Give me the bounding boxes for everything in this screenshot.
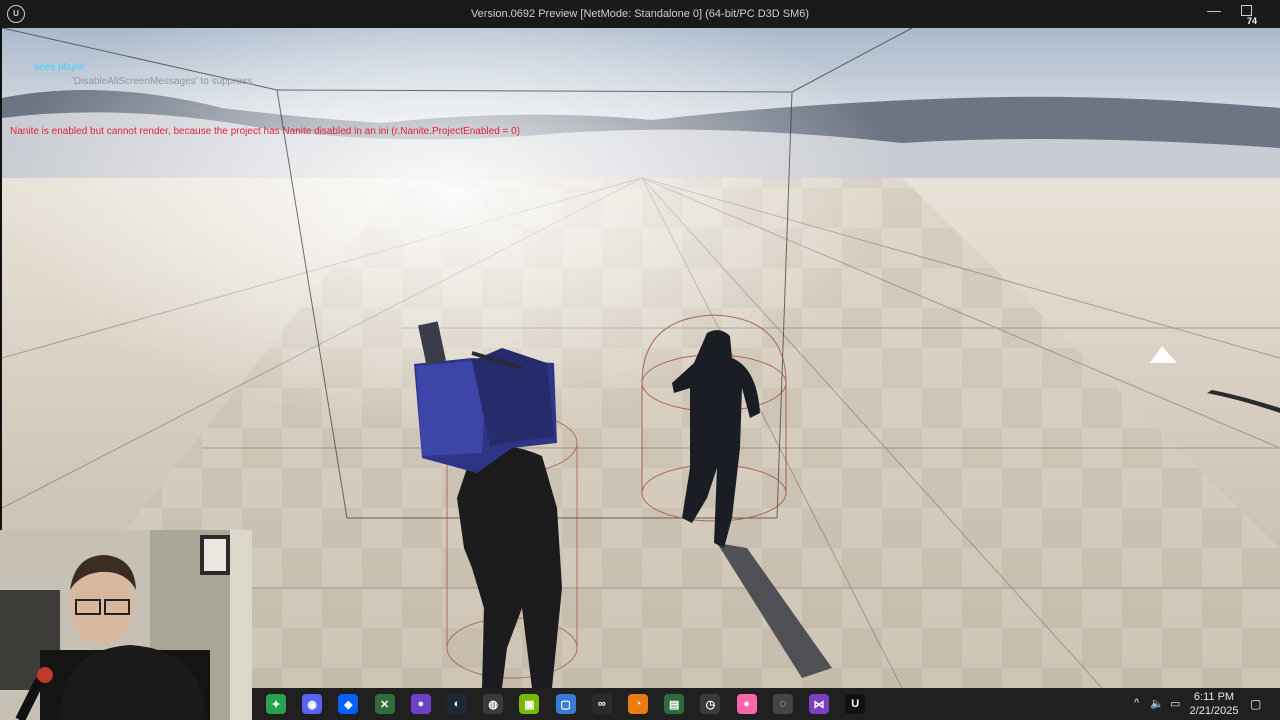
terminal-icon[interactable]: ▤ [664,694,685,714]
recorder-icon[interactable]: ◌ [772,694,793,714]
osu-icon[interactable]: ● [736,694,757,714]
nanite-warning: Nanite is enabled but cannot render, bec… [10,126,521,137]
clock-time[interactable]: 6:11 PM [1192,691,1236,703]
nvidia-icon[interactable]: ▣ [519,694,540,714]
window-titlebar: U Version.0692 Preview [NetMode: Standal… [0,0,1280,28]
notifications-icon[interactable]: ▢ [1250,697,1261,711]
visual-studio-icon[interactable]: ⋈ [809,694,829,714]
minimize-button[interactable]: — [1204,2,1224,22]
suppress-hint: 'DisableAllScreenMessages' to suppress [72,76,253,87]
debug-message: sees player [34,62,86,73]
clock-icon[interactable]: ◷ [700,694,721,714]
dropbox-icon[interactable]: ◆ [338,694,359,714]
network-icon[interactable]: ▭ [1170,697,1180,710]
fps-counter: 74 [1246,16,1257,26]
steam-icon[interactable]: ◐ [447,694,467,714]
meta-icon[interactable]: ∞ [591,694,612,714]
discord-icon[interactable]: ◉ [302,694,323,714]
github-icon[interactable]: ● [410,694,431,714]
clock-date[interactable]: 2/21/2025 [1186,705,1242,717]
windows-taskbar: ✦ ◉ ◆ ✕ ● ◐ ◍ ▣ ▢ ∞ ◔ ▤ ◷ ● ◌ ⋈ U ^ 🔈 ▭ 6:11 PM 2/21/202… [252,688,1280,720]
spotify-like-icon[interactable]: ✦ [266,694,286,714]
webcam-overlay [0,530,252,720]
webcam-feed [0,530,252,720]
window-title: Version.0692 Preview [NetMode: Standalon… [470,8,810,20]
explorer-icon[interactable]: ▢ [555,694,576,714]
volume-icon[interactable]: 🔈 [1150,697,1164,710]
maximize-icon [1240,5,1252,16]
obs-icon[interactable]: ◍ [483,694,504,714]
unreal-icon[interactable]: U [845,694,866,714]
tray-overflow-icon[interactable]: ^ [1134,697,1139,709]
blender-icon[interactable]: ◔ [628,694,648,714]
xbox-icon[interactable]: ✕ [374,694,395,714]
